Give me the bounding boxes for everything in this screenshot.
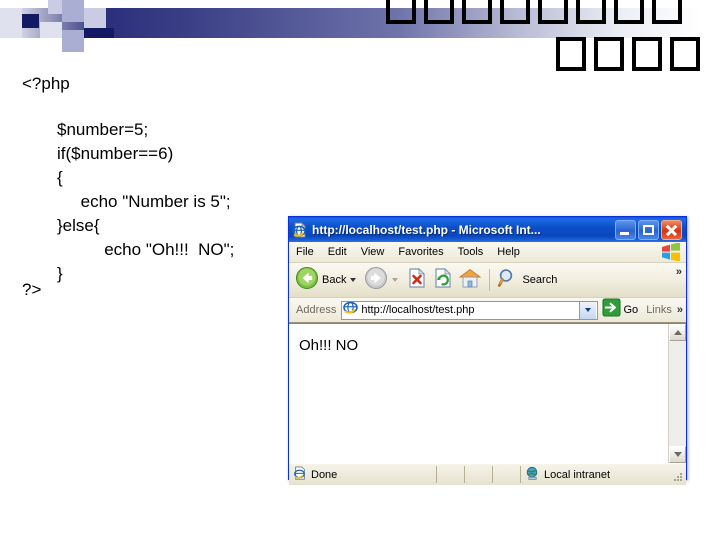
address-url-text[interactable]: http://localhost/test.php bbox=[361, 304, 578, 316]
code-line: } bbox=[57, 264, 63, 283]
go-label: Go bbox=[623, 304, 639, 316]
go-arrow-icon bbox=[601, 298, 621, 322]
menu-item-file[interactable]: File bbox=[289, 242, 321, 262]
status-pane-blank-1 bbox=[437, 466, 465, 483]
header-pixel-block bbox=[62, 0, 84, 22]
windows-flag-logo bbox=[659, 242, 683, 262]
missing-glyph-box bbox=[386, 0, 416, 24]
search-label: Search bbox=[522, 274, 558, 286]
status-done-pane: Done bbox=[289, 466, 437, 483]
code-line: echo "Oh!!! NO"; bbox=[57, 240, 235, 259]
arrow-up-icon bbox=[673, 330, 682, 335]
header-pixel-block bbox=[84, 8, 106, 30]
missing-glyph-box bbox=[500, 0, 530, 24]
missing-glyph-box bbox=[632, 37, 662, 71]
globe-icon bbox=[525, 466, 540, 484]
missing-glyph-box bbox=[576, 0, 606, 24]
header-glyph-row-1 bbox=[386, 0, 690, 24]
home-button[interactable] bbox=[456, 265, 484, 295]
php-code-block: $number=5; if($number==6) { echo "Number i… bbox=[57, 118, 234, 286]
missing-glyph-box bbox=[670, 37, 700, 71]
menu-item-favorites[interactable]: Favorites bbox=[391, 242, 450, 262]
address-dropdown-button[interactable] bbox=[578, 301, 596, 319]
home-icon bbox=[458, 267, 482, 294]
address-input[interactable]: http://localhost/test.php bbox=[341, 300, 598, 320]
minimize-button[interactable] bbox=[615, 219, 636, 240]
page-content: Oh!!! NO bbox=[289, 324, 668, 463]
header-pixel-block bbox=[62, 30, 84, 52]
go-button[interactable]: Go bbox=[601, 298, 639, 322]
header-glyph-row-2 bbox=[556, 37, 708, 71]
window-controls[interactable] bbox=[615, 219, 684, 240]
maximize-button[interactable] bbox=[638, 219, 659, 240]
status-done-text: Done bbox=[311, 468, 338, 481]
browser-window[interactable]: http://localhost/test.php - Microsoft In… bbox=[288, 216, 687, 485]
forward-arrow-icon bbox=[364, 266, 388, 295]
scroll-up-button[interactable] bbox=[669, 324, 686, 341]
page-body-text: Oh!!! NO bbox=[299, 337, 359, 354]
ie-favicon-icon bbox=[343, 300, 359, 320]
toolbar-separator bbox=[489, 269, 491, 291]
resize-grip[interactable] bbox=[672, 471, 684, 483]
chevron-down-icon bbox=[584, 308, 591, 312]
missing-glyph-box bbox=[614, 0, 644, 24]
forward-history-chevron-down-icon bbox=[392, 278, 399, 282]
menu-item-view[interactable]: View bbox=[354, 242, 392, 262]
menu-item-help[interactable]: Help bbox=[490, 242, 527, 262]
ie-page-icon bbox=[292, 221, 308, 238]
page-viewport: Oh!!! NO bbox=[289, 323, 686, 463]
search-button[interactable]: Search bbox=[495, 265, 559, 295]
code-line: $number=5; bbox=[57, 120, 149, 139]
missing-glyph-box bbox=[462, 0, 492, 24]
address-overflow-chevron-icon[interactable]: » bbox=[677, 304, 683, 316]
status-zone-pane: Local intranet bbox=[521, 466, 686, 483]
links-button[interactable]: Links bbox=[646, 304, 672, 316]
stop-button[interactable] bbox=[404, 265, 430, 295]
stop-icon bbox=[406, 267, 428, 294]
menu-bar[interactable]: File Edit View Favorites Tools Help bbox=[289, 242, 686, 263]
back-button[interactable]: Back bbox=[293, 265, 362, 295]
toolbar-overflow-chevron-icon[interactable]: » bbox=[676, 266, 682, 278]
header-pixel-block bbox=[40, 22, 62, 38]
forward-button[interactable] bbox=[362, 265, 404, 295]
toolbar[interactable]: Back Search » bbox=[289, 263, 686, 298]
header-pixel-block bbox=[84, 28, 114, 38]
php-open-tag: <?php bbox=[22, 74, 70, 93]
missing-glyph-box bbox=[594, 37, 624, 71]
code-line: { bbox=[57, 168, 63, 187]
menu-item-tools[interactable]: Tools bbox=[451, 242, 491, 262]
scroll-down-button[interactable] bbox=[669, 446, 686, 463]
header-pixel-block bbox=[22, 14, 39, 28]
refresh-button[interactable] bbox=[430, 265, 456, 295]
missing-glyph-box bbox=[652, 0, 682, 24]
code-line: echo "Number is 5"; bbox=[57, 192, 231, 211]
close-button[interactable] bbox=[661, 219, 682, 240]
code-line: }else{ bbox=[57, 216, 100, 235]
menu-item-edit[interactable]: Edit bbox=[321, 242, 354, 262]
status-pane-blank-2 bbox=[465, 466, 493, 483]
status-bar: Done Local intranet bbox=[289, 463, 686, 485]
refresh-icon bbox=[432, 267, 454, 294]
back-label: Back bbox=[322, 274, 347, 286]
back-history-chevron-down-icon[interactable] bbox=[350, 278, 357, 282]
slide-canvas: <?php $number=5; if($number==6) { echo "Nu… bbox=[0, 0, 720, 540]
address-label: Address bbox=[296, 304, 337, 316]
missing-glyph-box bbox=[538, 0, 568, 24]
back-arrow-icon bbox=[295, 266, 319, 295]
search-icon bbox=[497, 267, 519, 294]
address-bar[interactable]: Address http://localhost/test.php Go Lin… bbox=[289, 298, 686, 323]
title-bar[interactable]: http://localhost/test.php - Microsoft In… bbox=[289, 217, 686, 242]
php-close-tag: ?> bbox=[22, 280, 42, 299]
header-pixel-block bbox=[0, 8, 22, 38]
missing-glyph-box bbox=[556, 37, 586, 71]
ie-page-icon bbox=[293, 466, 307, 483]
window-title: http://localhost/test.php - Microsoft In… bbox=[312, 222, 541, 237]
code-line: if($number==6) bbox=[57, 144, 174, 163]
status-pane-blank-3 bbox=[493, 466, 521, 483]
status-zone-text: Local intranet bbox=[544, 468, 611, 481]
vertical-scrollbar[interactable] bbox=[668, 324, 686, 463]
missing-glyph-box bbox=[424, 0, 454, 24]
arrow-down-icon bbox=[673, 452, 682, 457]
